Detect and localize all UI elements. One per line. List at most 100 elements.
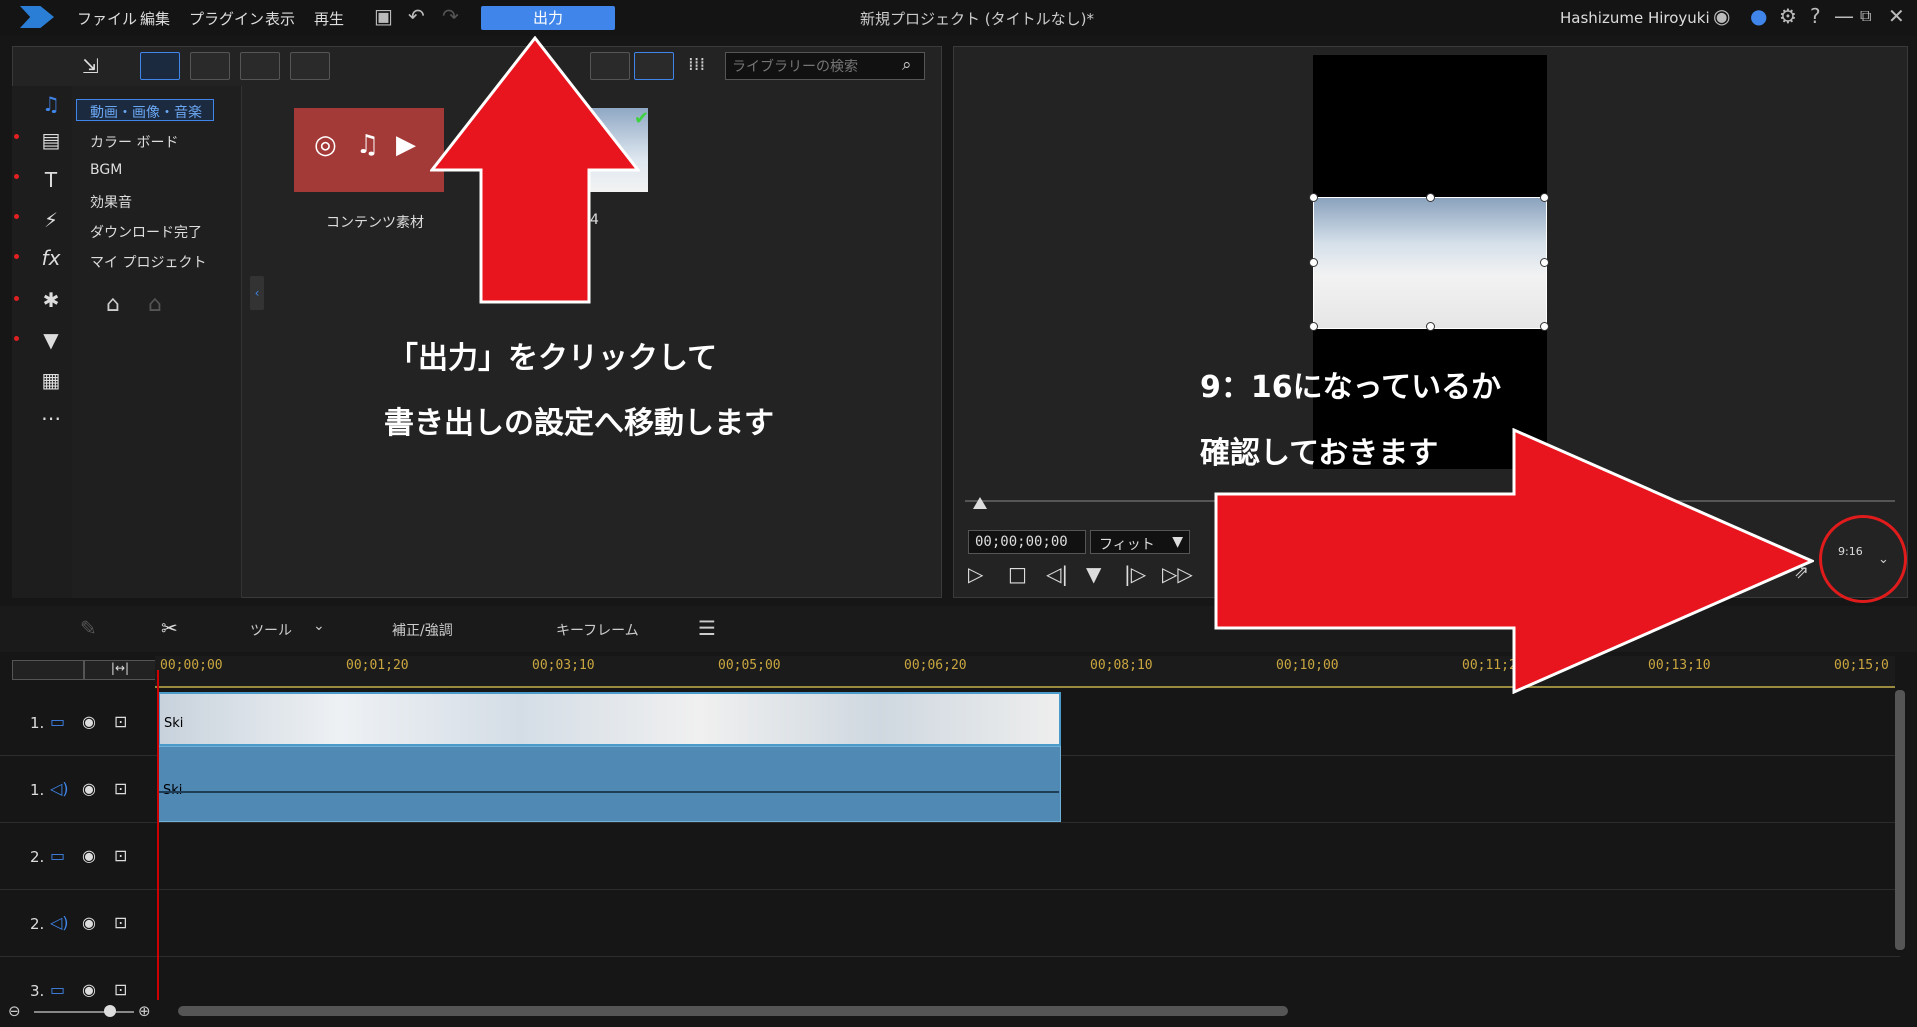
more-icon[interactable]: ⋯ xyxy=(38,406,64,430)
app-logo xyxy=(20,6,54,28)
audio-track-icon: ◁) xyxy=(50,913,69,932)
media-filter-all-icon[interactable] xyxy=(140,52,180,80)
eye-icon[interactable]: ◉ xyxy=(82,913,96,932)
subtitle-edit-icon[interactable]: ☰ xyxy=(698,616,716,640)
export-button[interactable]: 出力 xyxy=(481,6,615,30)
track-number: 3. xyxy=(30,982,45,1000)
lock-icon[interactable]: ⊡ xyxy=(114,913,127,932)
audio-clip[interactable]: Ski xyxy=(158,746,1061,822)
redo-icon[interactable]: ↷ xyxy=(442,4,459,28)
thumbnail-size-icon[interactable]: ⁞⁞⁞ xyxy=(688,54,705,75)
import-icon[interactable]: ⇲ xyxy=(82,54,99,78)
seek-thumb[interactable] xyxy=(973,497,987,509)
eye-icon[interactable]: ◉ xyxy=(82,846,96,865)
fit-timeline-icon[interactable]: |↔| xyxy=(84,660,156,680)
fix-enhance-button[interactable]: 補正/強調 xyxy=(392,620,453,640)
annotation-export-line1: 「出力」をクリックして xyxy=(388,341,718,376)
menu-plugin[interactable]: プラグイン xyxy=(189,8,264,29)
room-rail: ♫ ▤ T ⚡ fx ✱ ▼ ▦ ⋯ xyxy=(12,86,72,598)
menu-view[interactable]: 表示 xyxy=(265,8,295,29)
close-icon[interactable]: ✕ xyxy=(1888,4,1905,28)
eye-icon[interactable]: ◉ xyxy=(82,980,96,999)
timeline-hscroll[interactable] xyxy=(178,1006,1288,1016)
grid-view-icon[interactable] xyxy=(634,52,674,80)
next-frame-icon[interactable]: |▷ xyxy=(1124,562,1146,586)
previous-frame-icon[interactable]: ◁| xyxy=(1046,562,1068,586)
zoom-out-icon[interactable]: ⊖ xyxy=(8,1002,21,1020)
category-color-board[interactable]: カラー ボード xyxy=(90,132,178,152)
track-manager-icon[interactable] xyxy=(12,660,84,680)
minimize-icon[interactable]: — xyxy=(1834,4,1854,28)
aspect-ratio-button[interactable]: 9:16 xyxy=(1838,545,1863,558)
lock-icon[interactable]: ⊡ xyxy=(114,779,127,798)
zoom-slider[interactable] xyxy=(34,1011,134,1013)
category-media[interactable]: 動画・画像・音楽 xyxy=(90,102,202,122)
lock-icon[interactable]: ⊡ xyxy=(114,980,127,999)
transition-room-icon[interactable]: ⚡ xyxy=(38,208,64,232)
category-downloads[interactable]: ダウンロード完了 xyxy=(90,222,202,242)
lock-icon[interactable]: ⊡ xyxy=(114,712,127,731)
timeline-vscroll[interactable] xyxy=(1895,690,1905,950)
media-room-icon[interactable]: ♫ xyxy=(38,92,64,116)
eye-icon[interactable]: ◉ xyxy=(82,712,96,731)
eye-icon[interactable]: ◉ xyxy=(82,779,96,798)
effect-room-icon[interactable]: fx xyxy=(38,246,64,270)
menu-play[interactable]: 再生 xyxy=(314,8,344,29)
content-material-tile[interactable]: ◎ ♫ ▶ xyxy=(294,108,444,192)
zoom-in-icon[interactable]: ⊕ xyxy=(138,1002,151,1020)
add-tag-icon[interactable]: ⌂ xyxy=(106,292,120,317)
tools-menu[interactable]: ツール xyxy=(250,620,292,640)
remove-tag-icon[interactable]: ⌂ xyxy=(148,292,162,317)
particle-room-icon[interactable]: ▼ xyxy=(38,328,64,352)
image-filter-icon[interactable] xyxy=(240,52,280,80)
video-filter-icon[interactable] xyxy=(190,52,230,80)
undo-icon[interactable]: ↶ xyxy=(408,4,425,28)
stop-icon[interactable]: □ xyxy=(1008,562,1027,586)
zoom-slider-thumb[interactable] xyxy=(104,1005,116,1017)
video-clip[interactable]: Ski xyxy=(158,692,1061,746)
keyframe-button[interactable]: キーフレーム xyxy=(556,620,639,640)
scissors-icon[interactable]: ✂ xyxy=(161,616,178,640)
track-row xyxy=(0,891,1900,957)
notification-icon[interactable]: ● xyxy=(1750,4,1767,28)
user-name: Hashizume Hiroyuki xyxy=(1560,9,1710,27)
chevron-down-icon[interactable]: ⌄ xyxy=(1878,552,1889,567)
menu-edit[interactable]: 編集 xyxy=(140,8,170,29)
search-icon[interactable]: ⌕ xyxy=(902,55,912,75)
chevron-down-icon[interactable]: ⌄ xyxy=(313,618,325,634)
video-track-icon: ▭ xyxy=(50,846,66,865)
save-icon[interactable]: ▣ xyxy=(374,4,393,28)
library-search-input[interactable] xyxy=(725,52,925,80)
audio-filter-icon[interactable] xyxy=(290,52,330,80)
subtitle-room-icon[interactable]: ▦ xyxy=(38,368,64,392)
collapse-panel-icon[interactable]: ‹ xyxy=(250,276,264,310)
account-icon[interactable]: ◉ xyxy=(1713,4,1730,28)
category-bgm[interactable]: BGM xyxy=(90,162,122,178)
help-icon[interactable]: ? xyxy=(1810,4,1821,28)
title-room-icon[interactable]: T xyxy=(38,168,64,192)
zoom-fit-select[interactable]: フィット ▼ xyxy=(1090,530,1190,554)
zoom-fit-value: フィット xyxy=(1099,537,1155,553)
play-icon: ▶ xyxy=(396,130,416,160)
pen-icon[interactable]: ✎ xyxy=(80,616,97,640)
playhead[interactable] xyxy=(157,670,159,1000)
timecode-field[interactable]: 00;00;00;00 xyxy=(968,530,1086,554)
category-sfx[interactable]: 効果音 xyxy=(90,192,132,212)
restore-icon[interactable]: ⧉ xyxy=(1860,6,1871,26)
template-room-icon[interactable]: ▤ xyxy=(38,128,64,152)
ruler-tick: 00;15;0 xyxy=(1834,658,1889,673)
track-number: 2. xyxy=(30,915,45,933)
fast-forward-icon[interactable]: ▷▷ xyxy=(1162,562,1193,586)
split-marker-icon[interactable]: ▼ xyxy=(1086,562,1101,586)
menu-file[interactable]: ファイル xyxy=(77,8,137,29)
play-icon[interactable]: ▷ xyxy=(968,562,983,586)
category-my-projects[interactable]: マイ プロジェクト xyxy=(90,252,206,272)
library-scrollbar[interactable] xyxy=(928,90,938,590)
camera-icon: ◎ xyxy=(314,130,337,160)
lock-icon[interactable]: ⊡ xyxy=(114,846,127,865)
preview-video-frame[interactable] xyxy=(1309,193,1549,331)
pip-room-icon[interactable]: ✱ xyxy=(38,288,64,312)
annotation-ratio-line1: 9：16になっているか xyxy=(1200,370,1502,405)
aspect-ratio-highlight-circle xyxy=(1819,515,1907,603)
gear-icon[interactable]: ⚙ xyxy=(1779,4,1797,28)
